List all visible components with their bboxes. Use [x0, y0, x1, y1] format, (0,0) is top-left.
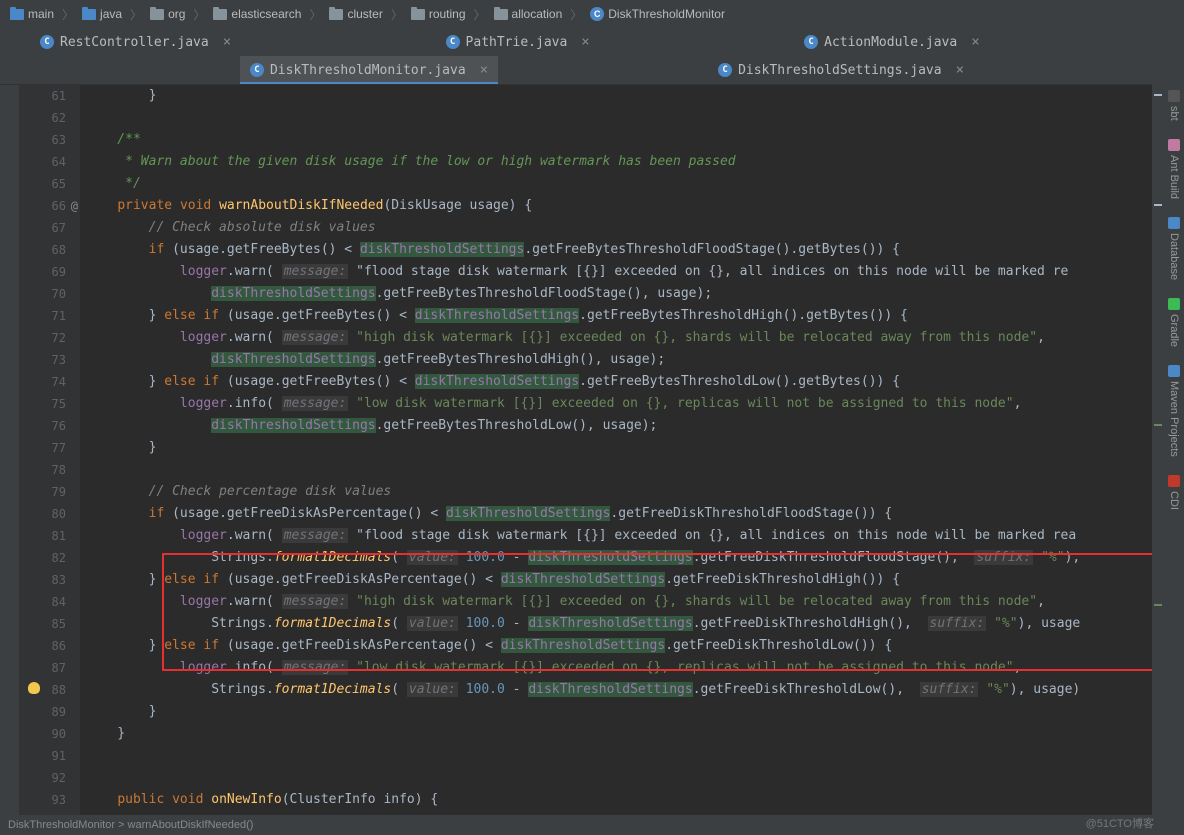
class-icon: C	[590, 7, 604, 21]
rail-sbt[interactable]: sbt	[1168, 90, 1180, 121]
folder-icon	[150, 9, 164, 20]
close-icon[interactable]: ×	[971, 34, 979, 50]
folder-icon	[411, 9, 425, 20]
class-icon: C	[250, 63, 264, 77]
tool-icon	[1168, 217, 1180, 229]
breadcrumb-item[interactable]: java	[76, 7, 128, 21]
editor-tabs: CRestController.java× CPathTrie.java× CA…	[0, 28, 1184, 85]
class-icon: C	[718, 63, 732, 77]
tab-actionmodule[interactable]: CActionModule.java×	[794, 28, 990, 56]
right-tool-rail: sbt Ant Build Database Gradle Maven Proj…	[1164, 84, 1184, 815]
tool-icon	[1168, 139, 1180, 151]
close-icon[interactable]: ×	[223, 34, 231, 50]
folder-icon	[329, 9, 343, 20]
rail-cdi[interactable]: CDI	[1168, 475, 1180, 510]
close-icon[interactable]: ×	[956, 62, 964, 78]
code-editor[interactable]: } /** * Warn about the given disk usage …	[80, 85, 1184, 816]
tab-pathtrie[interactable]: CPathTrie.java×	[436, 28, 600, 56]
class-icon: C	[40, 35, 54, 49]
status-bar: DiskThresholdMonitor > warnAboutDiskIfNe…	[0, 815, 1184, 835]
breadcrumb-bar: main〉 java〉 org〉 elasticsearch〉 cluster〉…	[0, 0, 1184, 28]
rail-gradle[interactable]: Gradle	[1168, 298, 1180, 347]
rail-maven[interactable]: Maven Projects	[1168, 365, 1180, 457]
folder-icon	[213, 9, 227, 20]
tool-icon	[1168, 475, 1180, 487]
breadcrumb-item[interactable]: allocation	[488, 7, 569, 21]
gutter[interactable]: 616263646566@676869707172737475767778798…	[20, 85, 80, 816]
tool-icon	[1168, 90, 1180, 102]
breadcrumb-item[interactable]: org	[144, 7, 191, 21]
rail-database[interactable]: Database	[1168, 217, 1180, 280]
class-icon: C	[446, 35, 460, 49]
breadcrumb-item[interactable]: main	[4, 7, 60, 21]
status-hint: DiskThresholdMonitor > warnAboutDiskIfNe…	[8, 819, 253, 831]
left-tool-stub[interactable]	[0, 85, 20, 816]
close-icon[interactable]: ×	[480, 62, 488, 78]
tool-icon	[1168, 298, 1180, 310]
breadcrumb-item[interactable]: elasticsearch	[207, 7, 307, 21]
folder-icon	[82, 9, 96, 20]
folder-icon	[494, 9, 508, 20]
watermark: @51CTO博客	[1086, 815, 1154, 831]
breadcrumb-item[interactable]: CDiskThresholdMonitor	[584, 7, 731, 21]
breadcrumb-item[interactable]: cluster	[323, 7, 388, 21]
editor-area: 616263646566@676869707172737475767778798…	[0, 85, 1184, 816]
tab-diskthresholdsettings[interactable]: CDiskThresholdSettings.java×	[708, 56, 974, 84]
tab-diskthresholdmonitor[interactable]: CDiskThresholdMonitor.java×	[240, 56, 498, 84]
tab-restcontroller[interactable]: CRestController.java×	[30, 28, 241, 56]
breadcrumb-item[interactable]: routing	[405, 7, 472, 21]
intention-bulb-icon[interactable]	[28, 682, 40, 694]
folder-icon	[10, 9, 24, 20]
rail-ant[interactable]: Ant Build	[1168, 139, 1180, 199]
scrollbar-vertical[interactable]	[1152, 84, 1164, 815]
close-icon[interactable]: ×	[581, 34, 589, 50]
class-icon: C	[804, 35, 818, 49]
tool-icon	[1168, 365, 1180, 377]
